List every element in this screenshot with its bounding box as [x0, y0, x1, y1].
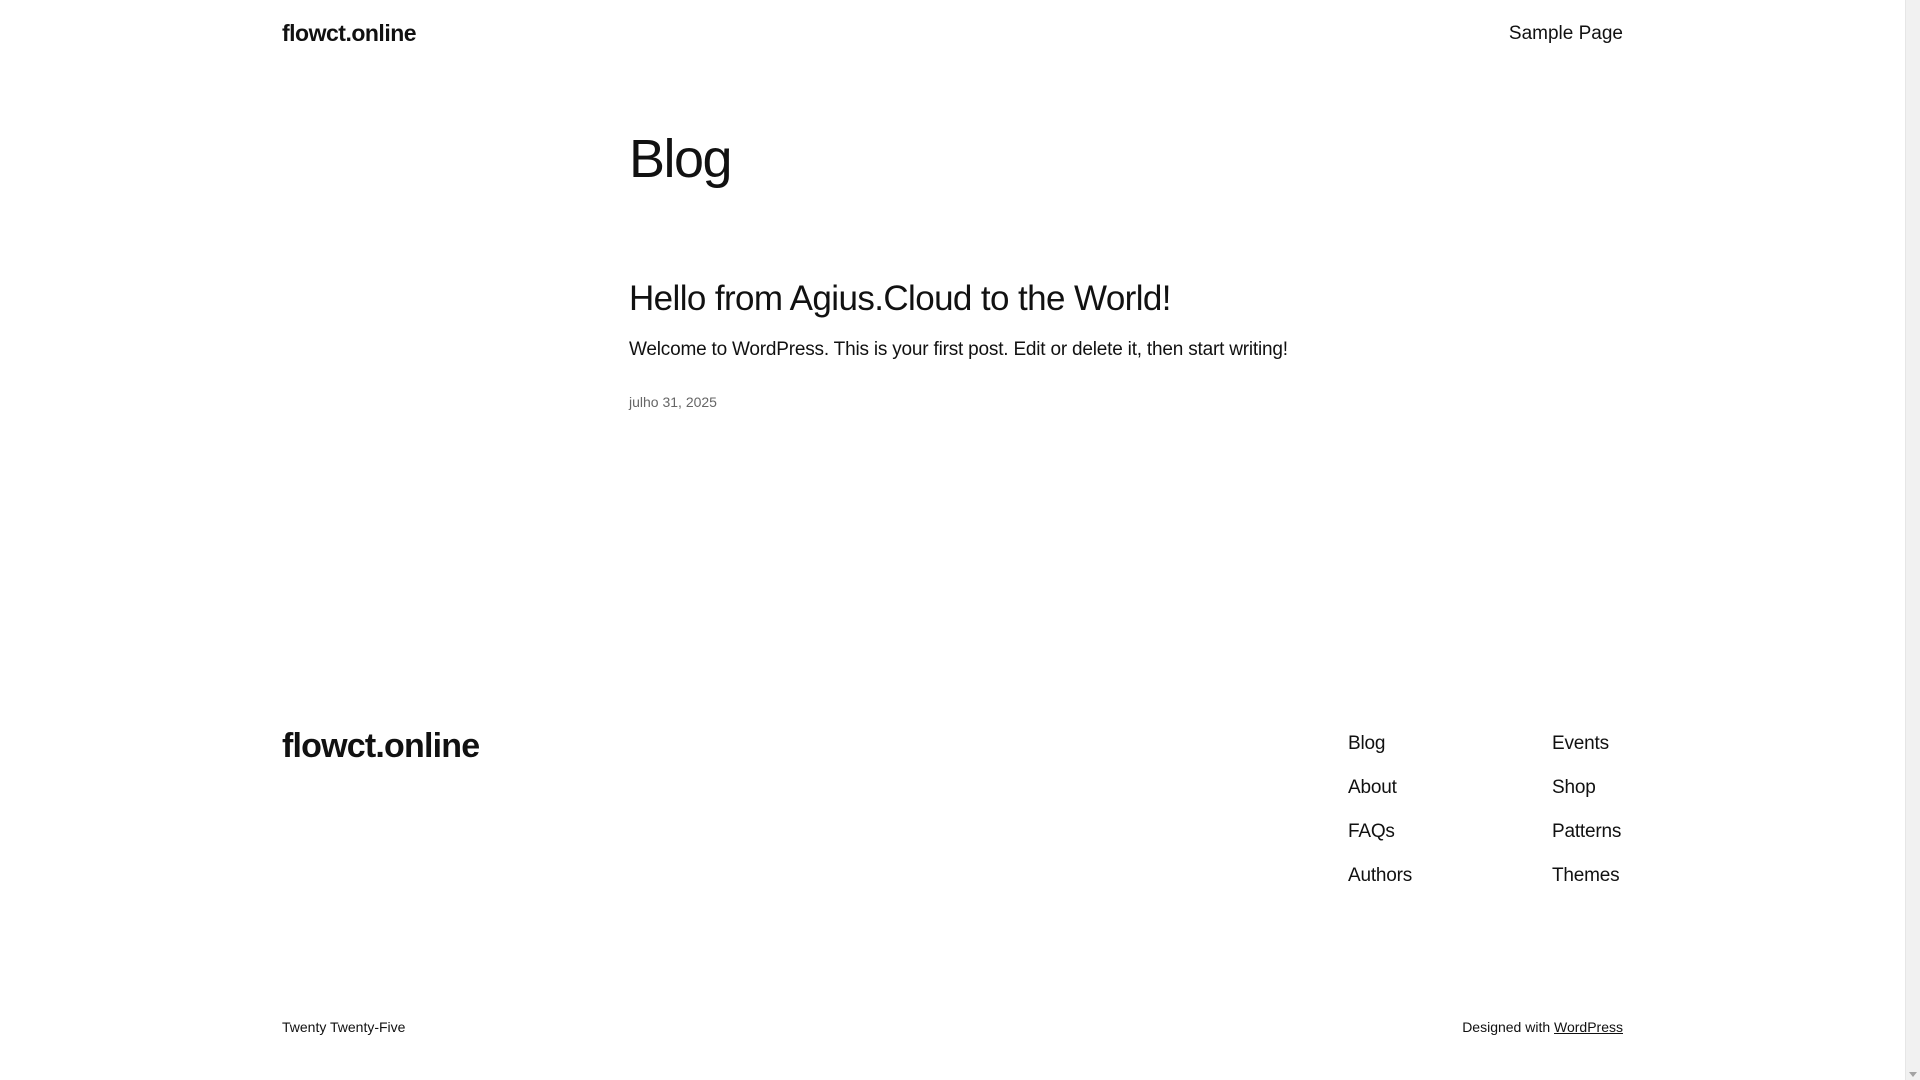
- page-title: Blog: [629, 129, 733, 189]
- designed-with-text: Designed with: [1462, 1019, 1555, 1035]
- post-date-link[interactable]: julho 31, 2025: [629, 394, 717, 410]
- footer-link-authors[interactable]: Authors: [1348, 862, 1412, 906]
- post-excerpt: Welcome to WordPress. This is your first…: [629, 339, 1288, 360]
- footer-link-about[interactable]: About: [1348, 774, 1412, 818]
- scroll-down-arrow-icon[interactable]: [1909, 1072, 1917, 1077]
- browser-page: flowct.online Sample Page Blog Hello fro…: [0, 0, 1920, 1080]
- wordpress-link[interactable]: WordPress: [1554, 1019, 1623, 1035]
- designed-with-credit: Designed with WordPress: [1462, 1019, 1623, 1035]
- vertical-scrollbar[interactable]: [1905, 0, 1920, 1080]
- footer-link-shop[interactable]: Shop: [1552, 774, 1621, 818]
- footer-link-patterns[interactable]: Patterns: [1552, 818, 1621, 862]
- footer-link-themes[interactable]: Themes: [1552, 862, 1621, 906]
- footer-site-title-link[interactable]: flowct.online: [282, 727, 480, 766]
- post-title-link[interactable]: Hello from Agius.Cloud to the World!: [629, 279, 1172, 319]
- footer-link-events[interactable]: Events: [1552, 730, 1621, 774]
- footer-link-blog[interactable]: Blog: [1348, 730, 1412, 774]
- footer-nav-column-2: Events Shop Patterns Themes: [1552, 730, 1621, 906]
- nav-link-sample-page[interactable]: Sample Page: [1509, 23, 1623, 45]
- theme-credit: Twenty Twenty-Five: [282, 1019, 406, 1035]
- footer-nav-column-1: Blog About FAQs Authors: [1348, 730, 1412, 906]
- footer-link-faqs[interactable]: FAQs: [1348, 818, 1412, 862]
- site-title-link[interactable]: flowct.online: [282, 20, 417, 47]
- page-content: flowct.online Sample Page Blog Hello fro…: [0, 0, 1905, 1080]
